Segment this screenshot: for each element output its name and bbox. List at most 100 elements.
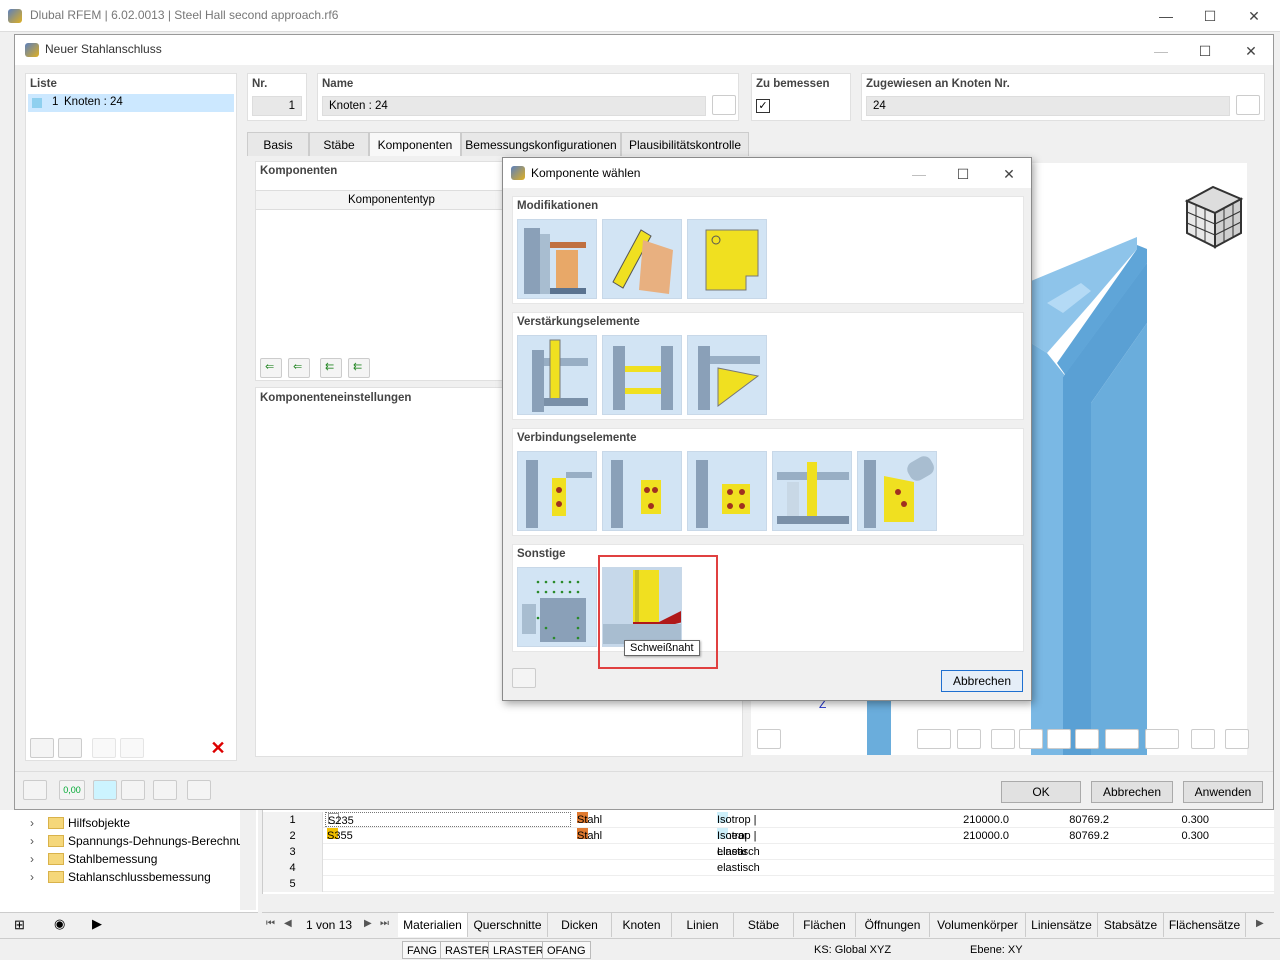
tab-dicken[interactable]: Dicken xyxy=(548,913,612,937)
app-title-bar: Dlubal RFEM | 6.02.0013 | Steel Hall sec… xyxy=(0,0,1280,32)
status-ofang[interactable]: OFANG xyxy=(542,941,591,959)
color-button[interactable] xyxy=(93,780,117,800)
panel-toggle-icon[interactable] xyxy=(1225,729,1249,749)
folder-icon xyxy=(48,817,64,829)
close-icon[interactable]: ✕ xyxy=(1244,6,1264,26)
prev-page-icon[interactable]: ◀ xyxy=(284,918,292,929)
tab-materialien[interactable]: Materialien xyxy=(398,913,468,937)
new-item-button[interactable] xyxy=(30,738,54,758)
component-plate-edit-icon[interactable] xyxy=(687,219,767,299)
tree-scrollbar[interactable] xyxy=(240,810,256,910)
apply-button[interactable]: Anwenden xyxy=(1183,781,1263,803)
dialog-icon xyxy=(511,166,525,180)
view-plane-icon[interactable] xyxy=(957,729,981,749)
tab-knoten[interactable]: Knoten xyxy=(612,913,672,937)
help-icon[interactable] xyxy=(23,780,47,800)
close-icon[interactable]: ✕ xyxy=(1241,41,1261,61)
pick-node-icon[interactable] xyxy=(1236,95,1260,115)
last-page-icon[interactable]: ⏭ xyxy=(380,918,389,929)
close-icon[interactable]: ✕ xyxy=(999,164,1019,184)
table-row[interactable]: 5 xyxy=(263,876,1275,892)
component-rib-icon[interactable] xyxy=(602,335,682,415)
move-top-icon[interactable]: ⇇ xyxy=(320,358,342,378)
move-up-icon[interactable]: ⇐ xyxy=(260,358,282,378)
view-minus-x-icon[interactable] xyxy=(1019,729,1043,749)
eye-icon[interactable]: ◉ xyxy=(54,916,65,932)
tab-oeffnungen[interactable]: Öffnungen xyxy=(856,913,930,937)
maximize-icon[interactable]: ☐ xyxy=(1200,6,1220,26)
data-icon[interactable]: ⊞ xyxy=(14,917,25,933)
uncheck-button[interactable] xyxy=(120,738,144,758)
formula-icon[interactable] xyxy=(187,780,211,800)
tab-stabsaetze[interactable]: Stabsätze xyxy=(1098,913,1164,937)
component-splice-icon[interactable] xyxy=(772,451,852,531)
component-end-plate-icon[interactable] xyxy=(517,451,597,531)
visibility-icon[interactable] xyxy=(1145,729,1179,749)
maximize-icon[interactable]: ☐ xyxy=(953,164,973,184)
view-cube-icon[interactable] xyxy=(1183,183,1244,249)
help-icon[interactable] xyxy=(512,668,536,688)
section-verstaerkungselemente: Verstärkungselemente xyxy=(512,312,1024,420)
delete-icon[interactable]: ✕ xyxy=(206,738,230,758)
status-lraster[interactable]: LRASTER xyxy=(488,941,549,959)
list-item[interactable]: 1 Knoten : 24 xyxy=(28,94,234,112)
nr-field[interactable]: 1 xyxy=(252,96,302,116)
table-row[interactable]: 2 S355 Stahl Isotrop | Linear elastisch … xyxy=(263,828,1275,874)
component-stiffener-icon[interactable] xyxy=(517,335,597,415)
status-fang[interactable]: FANG xyxy=(402,941,442,959)
list-label: Liste xyxy=(30,78,57,90)
assigned-nodes-field[interactable]: 24 xyxy=(866,96,1230,116)
check-button[interactable] xyxy=(92,738,116,758)
table-row[interactable]: 1 S235 Stahl Isotrop | Linear elastisch … xyxy=(263,812,1275,858)
tab-staebe[interactable]: Stäbe xyxy=(734,913,794,937)
component-cut-icon[interactable] xyxy=(517,219,597,299)
move-bottom-icon[interactable]: ⇇ xyxy=(348,358,370,378)
axes-icon[interactable] xyxy=(917,729,951,749)
edit-name-icon[interactable] xyxy=(712,95,736,115)
render-options-icon[interactable] xyxy=(757,729,781,749)
maximize-icon[interactable]: ☐ xyxy=(1195,41,1215,61)
component-gusset-icon[interactable] xyxy=(857,451,937,531)
component-haunch-icon[interactable] xyxy=(687,335,767,415)
component-fin-plate-icon[interactable] xyxy=(602,451,682,531)
minimize-icon[interactable]: — xyxy=(909,164,929,184)
reset-view-icon[interactable] xyxy=(1191,729,1215,749)
component-fastener-grid-icon[interactable] xyxy=(517,567,597,647)
status-raster[interactable]: RASTER xyxy=(440,941,495,959)
units-icon[interactable]: 0,00 xyxy=(59,780,85,800)
next-page-icon[interactable]: ▶ xyxy=(364,918,372,929)
tab-bemessungskonfigurationen[interactable]: Bemessungskonfigurationen xyxy=(461,132,621,156)
view-z-icon[interactable] xyxy=(1047,729,1071,749)
camera-icon[interactable]: ▶ xyxy=(92,916,102,932)
tab-flaechensaetze[interactable]: Flächensätze xyxy=(1164,913,1246,937)
tab-linien[interactable]: Linien xyxy=(672,913,734,937)
tab-volumenkoerper[interactable]: Volumenkörper xyxy=(930,913,1026,937)
first-page-icon[interactable]: ⏮ xyxy=(266,918,275,929)
display-mode-icon[interactable] xyxy=(1105,729,1139,749)
copy-item-button[interactable] xyxy=(58,738,82,758)
model-icon[interactable] xyxy=(153,780,177,800)
component-bolted-plate-icon[interactable] xyxy=(687,451,767,531)
minimize-icon[interactable]: — xyxy=(1151,41,1171,61)
tab-plausibilitaetskontrolle[interactable]: Plausibilitätskontrolle xyxy=(621,132,749,156)
move-down-icon[interactable]: ⇐ xyxy=(288,358,310,378)
tab-staebe[interactable]: Stäbe xyxy=(309,132,369,156)
view-minus-z-icon[interactable] xyxy=(1075,729,1099,749)
ok-button[interactable]: OK xyxy=(1001,781,1081,803)
tab-liniensaetze[interactable]: Liniensätze xyxy=(1026,913,1098,937)
design-checkbox[interactable]: ✓ xyxy=(756,99,770,113)
tab-komponenten[interactable]: Komponenten xyxy=(369,132,461,156)
cancel-button[interactable]: Abbrechen xyxy=(1091,781,1173,803)
component-plate-cut-icon[interactable] xyxy=(602,219,682,299)
tab-basis[interactable]: Basis xyxy=(247,132,309,156)
tab-querschnitte[interactable]: Querschnitte xyxy=(468,913,548,937)
minimize-icon[interactable]: — xyxy=(1156,6,1176,26)
tab-flaechen[interactable]: Flächen xyxy=(794,913,856,937)
tabs-scroll-icon[interactable]: ▶ xyxy=(1256,918,1264,929)
info-icon[interactable] xyxy=(121,780,145,800)
table-row[interactable]: 4 xyxy=(263,860,1275,876)
subdialog-cancel-button[interactable]: Abbrechen xyxy=(941,670,1023,692)
name-field[interactable]: Knoten : 24 xyxy=(322,96,706,116)
view-x-icon[interactable] xyxy=(991,729,1015,749)
table-row[interactable]: 3 xyxy=(263,844,1275,860)
